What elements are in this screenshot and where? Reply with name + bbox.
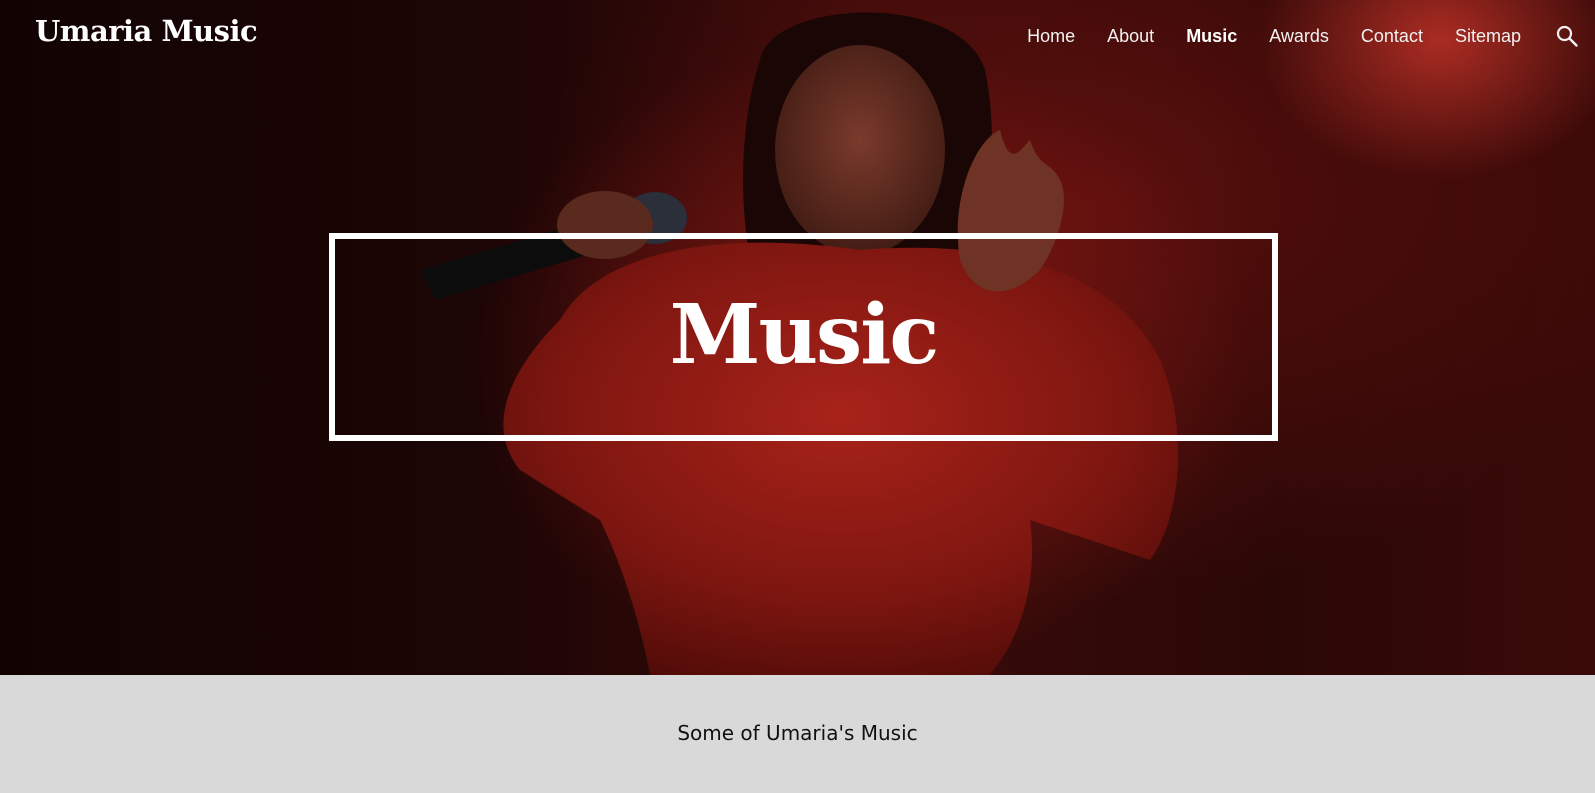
top-navigation: Umaria Music Home About Music Awards Con… bbox=[0, 0, 1595, 70]
nav-item-home[interactable]: Home bbox=[1027, 26, 1075, 47]
site-brand[interactable]: Umaria Music bbox=[35, 14, 258, 48]
page-title-frame: Music bbox=[329, 233, 1278, 441]
nav-item-about[interactable]: About bbox=[1107, 26, 1154, 47]
nav-menu: Home About Music Awards Contact Sitemap bbox=[1027, 22, 1595, 50]
page-title: Music bbox=[669, 287, 940, 383]
hero-banner: Umaria Music Home About Music Awards Con… bbox=[0, 0, 1595, 675]
main-content: Some of Umaria's Music bbox=[0, 675, 1595, 793]
nav-item-music[interactable]: Music bbox=[1186, 26, 1237, 47]
search-button[interactable] bbox=[1553, 22, 1581, 50]
section-heading: Some of Umaria's Music bbox=[677, 721, 918, 745]
nav-item-contact[interactable]: Contact bbox=[1361, 26, 1423, 47]
nav-item-awards[interactable]: Awards bbox=[1269, 26, 1329, 47]
nav-item-sitemap[interactable]: Sitemap bbox=[1455, 26, 1521, 47]
search-icon bbox=[1556, 25, 1578, 47]
